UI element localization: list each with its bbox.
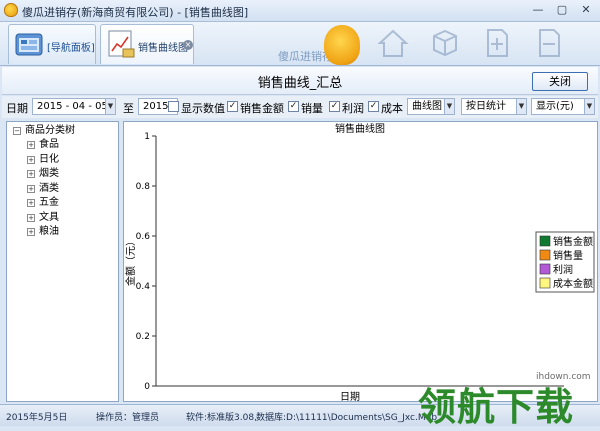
x-axis-label: 日期 [340, 391, 360, 401]
tab-label: [导航面板] [47, 43, 95, 54]
tree-item-label: 酒类 [39, 182, 59, 194]
cube-icon[interactable] [428, 26, 462, 60]
chevron-down-icon[interactable]: ▼ [516, 99, 526, 114]
tree-item-label: 五金 [39, 197, 59, 208]
cost-checkbox[interactable]: ✓ [368, 101, 379, 112]
legend-swatch [539, 263, 551, 275]
chevron-down-icon[interactable]: ▼ [444, 99, 454, 114]
status-date: 2015年5月5日 [6, 413, 68, 423]
date-from-picker[interactable]: 2015 - 04 - 05 ▼ [32, 98, 116, 115]
collapse-icon[interactable]: − [13, 127, 21, 135]
y-axis-label: 金额（元） [124, 236, 137, 286]
status-operator: 操作员：管理员 [96, 413, 160, 423]
remove-document-icon[interactable] [532, 26, 566, 60]
period-value: 按日统计 [466, 101, 506, 112]
home-icon[interactable] [376, 26, 410, 60]
brand-logo: 傻瓜进销存 [268, 22, 380, 66]
display-unit-value: 显示(元) [536, 101, 574, 112]
minimize-button[interactable]: — [526, 2, 550, 19]
to-label: 至 [123, 102, 134, 115]
tree-item-label: 食品 [39, 139, 59, 150]
status-version: 软件:标准版3.08, [186, 413, 257, 423]
watermark-text: 领航下载 [418, 385, 575, 429]
legend-label: 利润 [553, 263, 573, 276]
show-value-label: 显示数值 [181, 102, 225, 115]
close-window-button[interactable]: ✕ [574, 2, 598, 19]
status-database: 数据库:D:\11111\Documents\SG_Jxc.Mdb [256, 413, 438, 423]
legend-label: 销售金额 [553, 235, 593, 248]
date-to-value: 2015 [143, 101, 169, 112]
period-select[interactable]: 按日统计 ▼ [461, 98, 527, 115]
filter-bar: 日期 2015 - 04 - 05 ▼ 至 2015 显示数值 ✓ 销售金额 ✓… [2, 96, 598, 118]
legend-swatch [539, 235, 551, 247]
y-tick-label: 0 [144, 382, 150, 392]
expand-icon[interactable]: + [27, 228, 35, 236]
cost-label: 成本 [381, 102, 403, 115]
profit-checkbox[interactable]: ✓ [329, 101, 340, 112]
date-from-value: 2015 - 04 - 05 [37, 101, 108, 112]
chevron-down-icon[interactable]: ▼ [584, 99, 594, 114]
sales-qty-checkbox[interactable]: ✓ [288, 101, 299, 112]
sales-qty-label: 销量 [301, 102, 323, 115]
tree-item-label: 文具 [39, 211, 59, 223]
date-label: 日期 [6, 102, 28, 115]
app-mascot-icon [4, 3, 18, 17]
navigation-panel-icon [15, 33, 43, 56]
expand-icon[interactable]: + [27, 170, 35, 178]
main-content: 销售曲线_汇总 关闭 日期 2015 - 04 - 05 ▼ 至 2015 显示… [2, 67, 598, 404]
chart-type-select[interactable]: 曲线图 ▼ [407, 98, 455, 115]
page-header: 销售曲线_汇总 关闭 [2, 67, 598, 95]
window-title: 傻瓜进销存(新海商贸有限公司) - [销售曲线图] [22, 6, 249, 19]
profit-label: 利润 [342, 102, 364, 115]
y-tick-label: 0.6 [136, 232, 151, 242]
y-tick-label: 0.8 [136, 182, 151, 192]
legend-swatch [539, 277, 551, 289]
expand-icon[interactable]: + [27, 199, 35, 207]
tab-close-icon[interactable]: × [183, 40, 193, 50]
chart-panel: 销售曲线图 0 0.2 0.4 0.6 0.8 1 金额（元） 日期 销售金额 销售量 利润 成本金额 [123, 121, 598, 403]
mascot-icon [324, 25, 360, 65]
tree-root-label: 商品分类树 [25, 125, 75, 136]
display-unit-select[interactable]: 显示(元) ▼ [531, 98, 595, 115]
y-tick-label: 1 [144, 132, 150, 142]
expand-icon[interactable]: + [27, 184, 35, 193]
close-button[interactable]: 关闭 [532, 72, 588, 91]
tree-item-label: 日化 [39, 153, 59, 165]
add-document-icon[interactable] [480, 26, 514, 60]
y-tick-label: 0.4 [136, 282, 151, 292]
chevron-down-icon[interactable]: ▼ [105, 99, 115, 114]
tab-navigation-panel[interactable]: [导航面板] [8, 24, 96, 64]
expand-icon[interactable]: + [27, 141, 35, 149]
chart-type-value: 曲线图 [412, 101, 442, 112]
title-bar: 傻瓜进销存(新海商贸有限公司) - [销售曲线图] — ▢ ✕ [0, 0, 600, 22]
sales-amount-label: 销售金额 [240, 102, 284, 115]
sales-curve-chart: 销售曲线图 0 0.2 0.4 0.6 0.8 1 金额（元） 日期 销售金额销售量利润成本金额 [124, 122, 595, 403]
tab-label: 销售曲线图 [138, 43, 188, 54]
legend-label: 成本金额 [553, 277, 593, 290]
maximize-button[interactable]: ▢ [550, 2, 574, 19]
legend-label: 销售量 [553, 249, 583, 262]
show-value-checkbox[interactable] [168, 101, 179, 112]
legend-swatch [539, 249, 551, 261]
sales-amount-checkbox[interactable]: ✓ [227, 101, 238, 112]
category-tree[interactable]: − 商品分类树 + 食品 + 日化 + 烟类 + 酒类 + 五金 + 文具 + 粮油 [6, 121, 119, 402]
tab-sales-curve[interactable]: 销售曲线图 × [100, 24, 194, 64]
expand-icon[interactable]: + [27, 155, 35, 164]
tree-item-label: 烟类 [39, 168, 59, 179]
tree-item-label: 粮油 [39, 226, 59, 237]
chart-title: 销售曲线图 [335, 122, 385, 135]
page-title: 销售曲线_汇总 [257, 76, 343, 91]
sales-chart-icon [108, 30, 135, 58]
expand-icon[interactable]: + [27, 213, 35, 222]
y-tick-label: 0.2 [136, 332, 150, 342]
